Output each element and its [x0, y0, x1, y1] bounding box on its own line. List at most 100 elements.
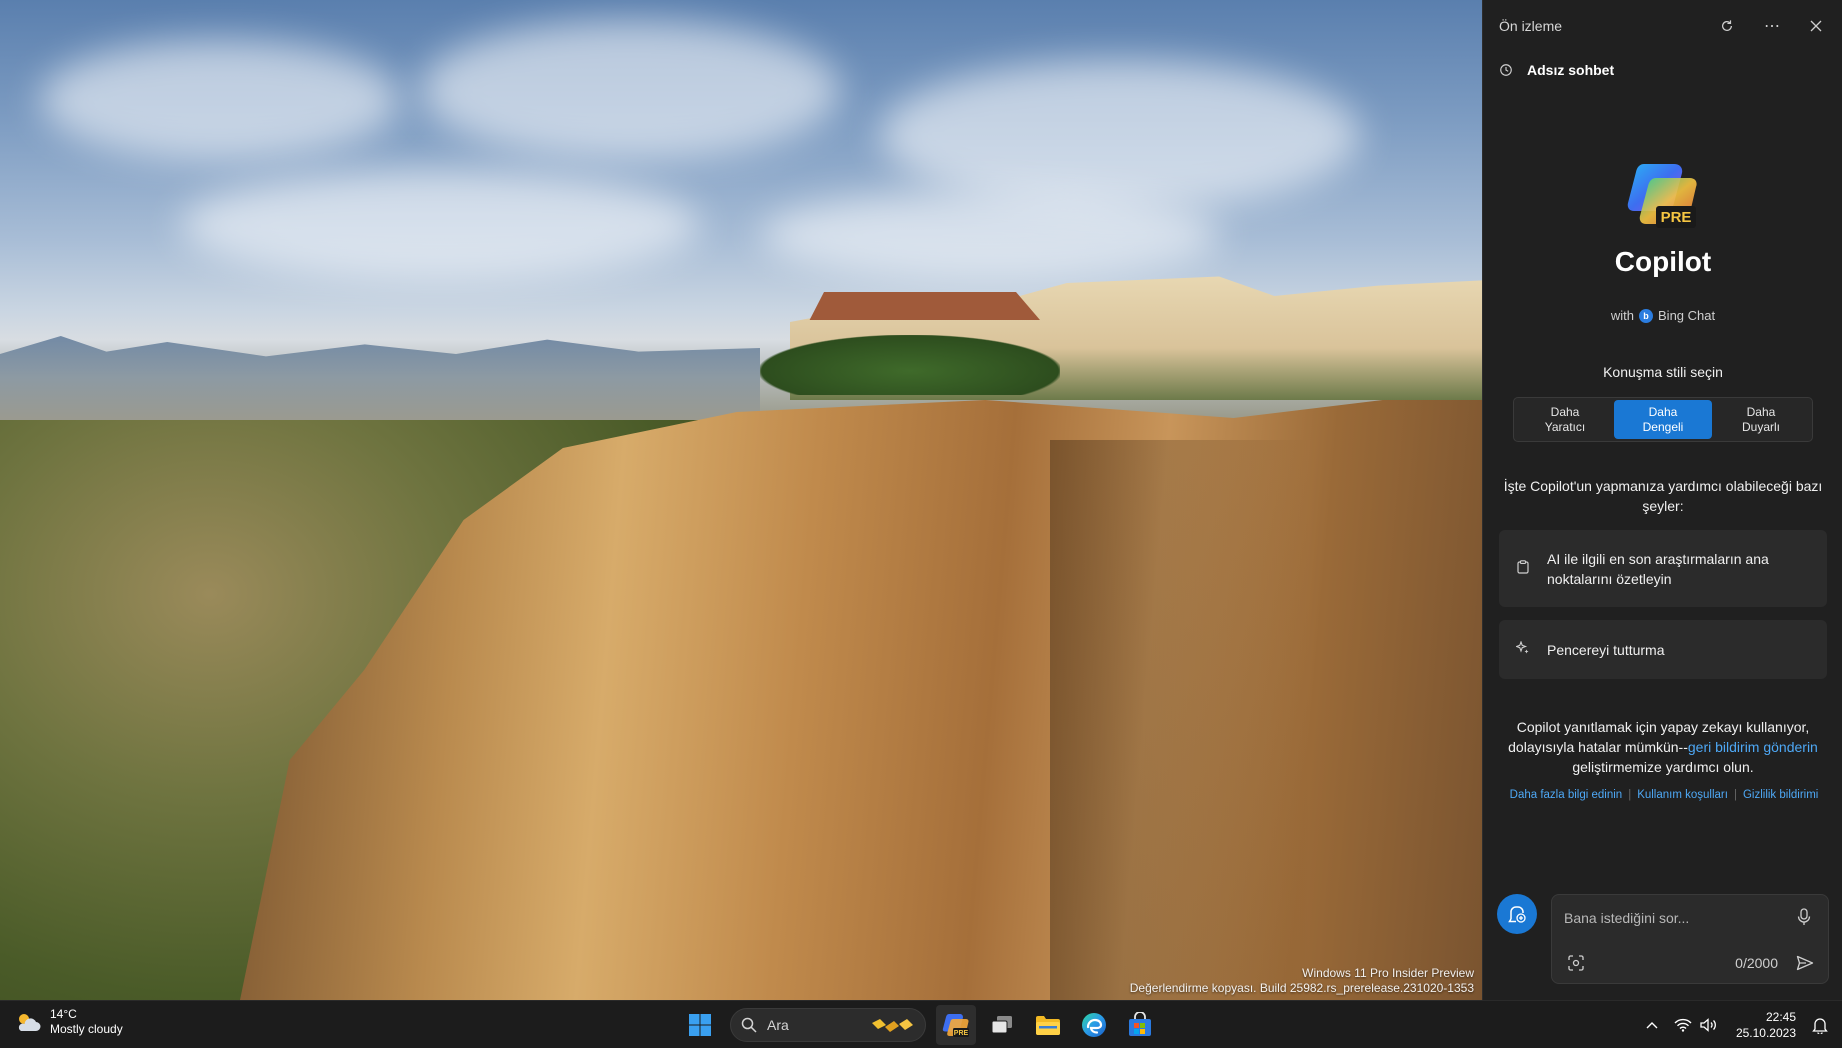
- wifi-icon: [1674, 1018, 1692, 1032]
- chevron-up-icon: [1646, 1022, 1658, 1029]
- link-separator: |: [1628, 789, 1632, 801]
- taskbar: 14°C Mostly cloudy Ara PRE 22:45 25.10.2…: [0, 1000, 1842, 1048]
- learn-more-link[interactable]: Daha fazla bilgi edinin: [1510, 789, 1623, 801]
- windows-logo-icon: [689, 1014, 711, 1036]
- conversation-header[interactable]: Adsız sohbet: [1499, 62, 1614, 78]
- copilot-logo-icon: PRE: [1627, 164, 1697, 228]
- system-tray: 22:45 25.10.2023: [1638, 1001, 1842, 1048]
- app-title: Copilot: [1614, 246, 1712, 277]
- with-prefix: with: [1610, 308, 1635, 323]
- intro-text: İşte Copilot'un yapmanıza yardımcı olabi…: [1503, 478, 1823, 514]
- suggestion-label: AI ile ilgili en son araştırmaların ana …: [1547, 550, 1769, 587]
- cloud: [420, 20, 840, 160]
- style-creative-line2: Yaratıcı: [1544, 419, 1586, 434]
- bell-icon: [1812, 1018, 1828, 1034]
- store-button[interactable]: [1120, 1005, 1160, 1045]
- file-explorer-button[interactable]: [1028, 1005, 1068, 1045]
- style-creative-button[interactable]: Daha Yaratıcı: [1516, 400, 1614, 439]
- char-counter: 0/2000: [1735, 955, 1778, 971]
- more-icon: ⋯: [1764, 18, 1780, 35]
- privacy-link[interactable]: Gizlilik bildirimi: [1743, 789, 1818, 801]
- copilot-icon: PRE: [942, 1014, 969, 1037]
- terms-link[interactable]: Kullanım koşulları: [1637, 789, 1728, 801]
- image-capture-icon: [1568, 955, 1584, 971]
- with-bing-row: with b Bing Chat: [1483, 308, 1842, 323]
- copilot-taskbar-button[interactable]: PRE: [936, 1005, 976, 1045]
- panel-title: Ön izleme: [1499, 18, 1563, 34]
- suggestion-label: Pencereyi tutturma: [1547, 641, 1665, 658]
- task-view-icon: [991, 1016, 1012, 1034]
- clock-date: 25.10.2023: [1735, 1026, 1796, 1040]
- folder-icon: [1036, 1016, 1060, 1035]
- show-hidden-icons-button[interactable]: [1638, 1005, 1666, 1045]
- disclaimer-text-end: geliştirmemize yardımcı olun.: [1572, 759, 1754, 775]
- refresh-button[interactable]: [1712, 12, 1742, 40]
- taskbar-apps: Ara PRE: [680, 1005, 1160, 1045]
- bing-icon: b: [1639, 308, 1654, 323]
- windows-watermark: Windows 11 Pro Insider Preview Değerlend…: [1130, 966, 1474, 996]
- style-creative-line1: Daha: [1550, 404, 1580, 419]
- trees: [760, 335, 1060, 395]
- task-view-button[interactable]: [982, 1005, 1022, 1045]
- weather-widget[interactable]: 14°C Mostly cloudy: [14, 1007, 123, 1037]
- send-icon: [1796, 955, 1814, 971]
- style-precise-line1: Daha: [1746, 404, 1776, 419]
- weather-description: Mostly cloudy: [50, 1022, 123, 1036]
- conversation-style-selector: Daha Yaratıcı Daha Dengeli Daha Duyarlı: [1513, 397, 1813, 442]
- send-button[interactable]: [1792, 951, 1818, 975]
- chat-input-box: 0/2000: [1551, 894, 1829, 984]
- close-icon: [1810, 20, 1822, 32]
- refresh-icon: [1722, 20, 1732, 31]
- taskbar-search[interactable]: Ara: [730, 1008, 926, 1042]
- clipboard-icon: [1515, 559, 1531, 579]
- screenshot-button[interactable]: [1564, 951, 1588, 975]
- footer-links: Daha fazla bilgi edinin | Kullanım koşulla…: [1499, 788, 1829, 802]
- building-roof: [809, 292, 1040, 320]
- conversation-title: Adsız sohbet: [1527, 62, 1615, 78]
- panel-header: Ön izleme ⋯: [1483, 0, 1842, 52]
- style-precise-line2: Duyarlı: [1741, 419, 1780, 434]
- temperature: 14°C: [50, 1007, 77, 1021]
- cloudy-weather-icon: [18, 1014, 41, 1031]
- volume-icon: [1700, 1018, 1716, 1032]
- copilot-badge-text: PRE: [954, 1030, 969, 1037]
- copilot-logo: PRE: [1626, 160, 1702, 232]
- desktop-wallpaper: Windows 11 Pro Insider Preview Değerlend…: [0, 0, 1482, 1000]
- copilot-panel: Ön izleme ⋯ Adsız sohbet PRE Copilot wit…: [1482, 0, 1842, 1000]
- microsoft-store-icon: [1129, 1012, 1151, 1036]
- logo-badge-text: PRE: [1661, 209, 1692, 226]
- chat-input[interactable]: [1564, 907, 1774, 929]
- new-topic-button[interactable]: [1497, 894, 1537, 934]
- style-precise-button[interactable]: Daha Duyarlı: [1712, 400, 1810, 439]
- search-highlight-icon: [872, 1019, 913, 1032]
- clock[interactable]: 22:45 25.10.2023: [1726, 1005, 1806, 1045]
- link-separator: |: [1733, 789, 1737, 801]
- microphone-icon: [1797, 908, 1811, 925]
- sparkle-icon: [1514, 639, 1531, 660]
- edge-button[interactable]: [1074, 1005, 1114, 1045]
- microphone-button[interactable]: [1792, 905, 1816, 929]
- bing-label: Bing Chat: [1658, 308, 1716, 323]
- quick-settings-button[interactable]: [1666, 1005, 1726, 1045]
- start-button[interactable]: [680, 1005, 720, 1045]
- style-balanced-button[interactable]: Daha Dengeli: [1614, 400, 1712, 439]
- notifications-button[interactable]: [1806, 1005, 1842, 1045]
- close-button[interactable]: [1801, 12, 1831, 40]
- style-prompt: Konuşma stili seçin: [1603, 364, 1723, 380]
- search-placeholder: Ara: [767, 1017, 789, 1033]
- suggestion-card[interactable]: Pencereyi tutturma: [1499, 620, 1827, 679]
- new-chat-icon: [1508, 906, 1526, 923]
- cloud: [180, 170, 700, 280]
- suggestion-card[interactable]: AI ile ilgili en son araştırmaların ana …: [1499, 530, 1827, 607]
- watermark-edition: Windows 11 Pro Insider Preview: [1302, 966, 1474, 980]
- style-balanced-line2: Dengeli: [1642, 419, 1684, 434]
- clock-time: 22:45: [1765, 1010, 1796, 1024]
- feedback-link[interactable]: geri bildirim gönderin: [1688, 739, 1818, 755]
- search-icon: [741, 1017, 757, 1033]
- cloud: [40, 40, 400, 160]
- cliff-shadow: [1050, 440, 1310, 1000]
- cloud: [760, 190, 1220, 280]
- history-icon: [1500, 64, 1512, 76]
- style-balanced-line1: Daha: [1648, 404, 1678, 419]
- more-options-button[interactable]: ⋯: [1757, 12, 1787, 40]
